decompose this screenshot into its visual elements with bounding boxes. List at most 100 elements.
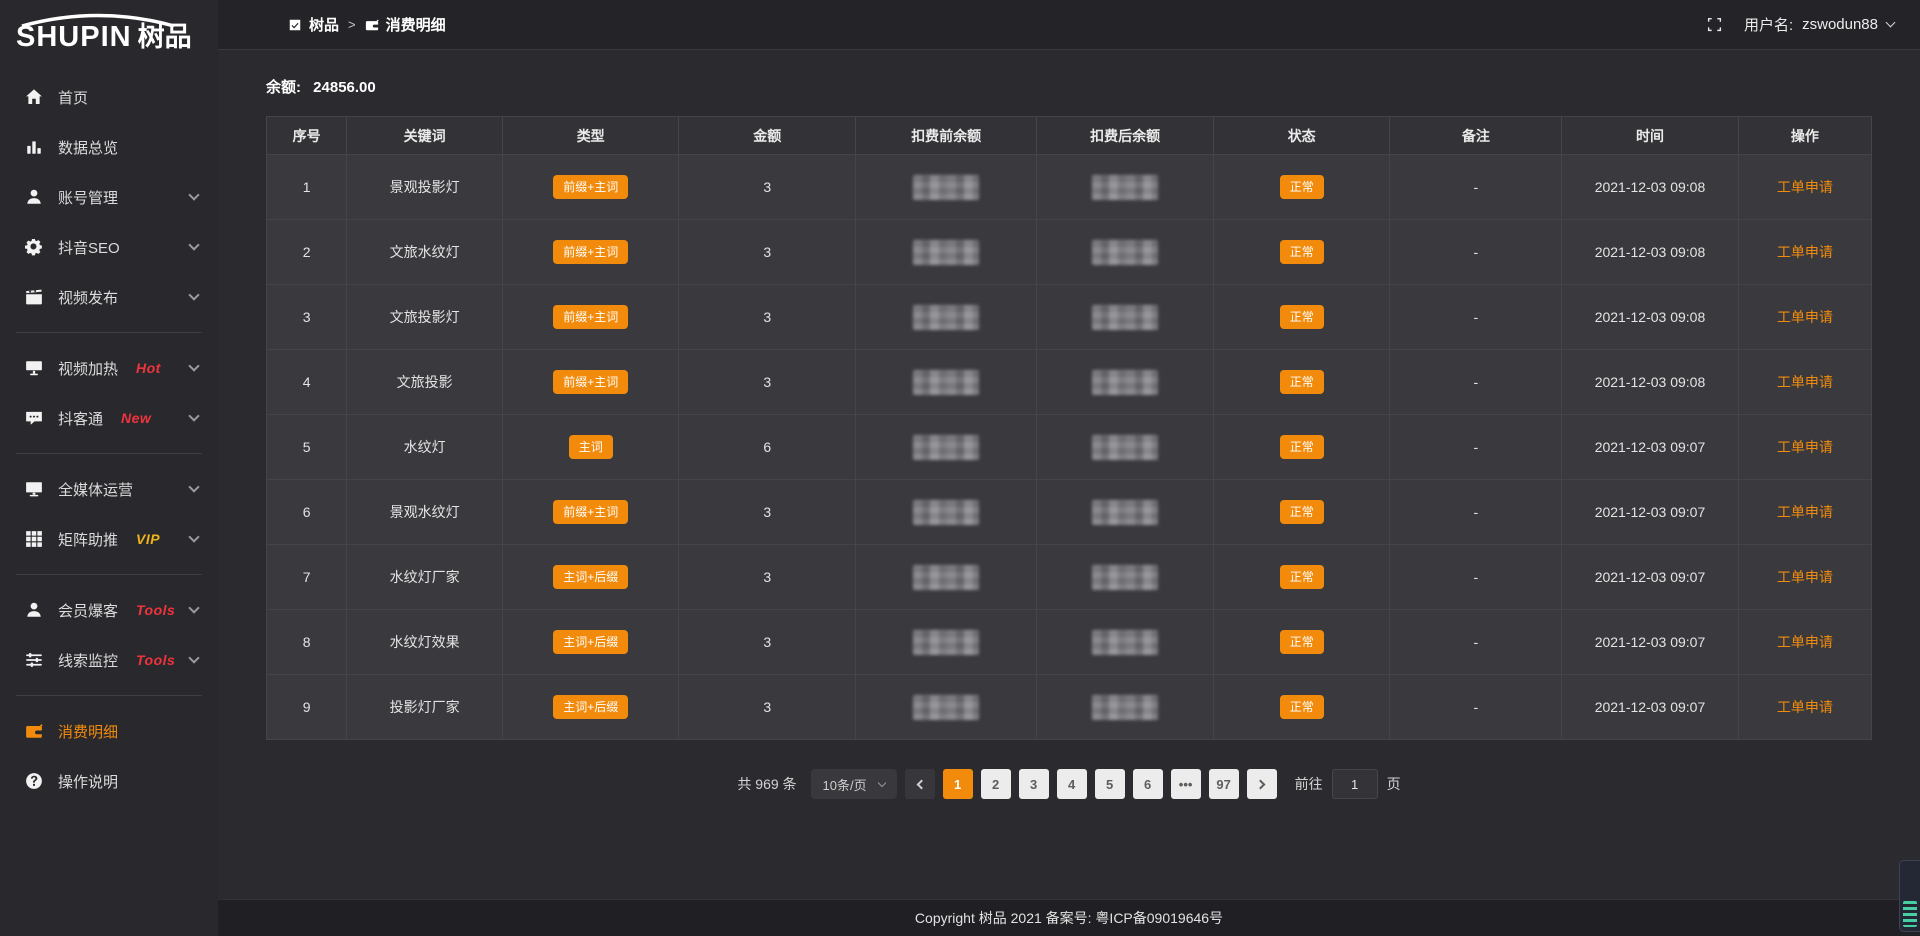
cell-seq: 4 (267, 350, 347, 415)
cell-time: 2021-12-03 09:07 (1562, 610, 1739, 675)
work-order-link[interactable]: 工单申请 (1777, 569, 1833, 585)
cell-type: 前缀+主词 (502, 350, 679, 415)
cell-action: 工单申请 (1738, 285, 1871, 350)
cell-status: 正常 (1213, 415, 1390, 480)
chevron-down-icon (188, 652, 199, 663)
type-badge: 前缀+主词 (553, 240, 628, 264)
sidebar-item-douyin-seo[interactable]: 抖音SEO (0, 222, 218, 272)
sidebar-item-consume-detail[interactable]: 消费明细 (0, 706, 218, 756)
sidebar-item-matrix-boost[interactable]: 矩阵助推VIP (0, 514, 218, 564)
cell-keyword: 投影灯厂家 (347, 675, 503, 740)
cell-seq: 7 (267, 545, 347, 610)
work-order-link[interactable]: 工单申请 (1777, 634, 1833, 650)
cell-amount: 3 (679, 220, 856, 285)
status-badge: 正常 (1280, 370, 1324, 394)
sidebar-item-member-burst[interactable]: 会员爆客Tools (0, 585, 218, 635)
sidebar-item-tag: Tools (136, 652, 175, 668)
next-page-button[interactable] (1247, 769, 1277, 799)
page-button-6[interactable]: 6 (1133, 769, 1163, 799)
page-button-1[interactable]: 1 (943, 769, 973, 799)
work-order-link[interactable]: 工单申请 (1777, 309, 1833, 325)
work-order-link[interactable]: 工单申请 (1777, 439, 1833, 455)
work-order-link[interactable]: 工单申请 (1777, 244, 1833, 260)
work-order-link[interactable]: 工单申请 (1777, 179, 1833, 195)
chevron-down-icon (188, 360, 199, 371)
page-ellipsis-button[interactable]: ••• (1171, 769, 1201, 799)
consume-table: 序号关键词类型金额扣费前余额扣费后余额状态备注时间操作 1景观投影灯前缀+主词3… (266, 116, 1872, 740)
page-button-3[interactable]: 3 (1019, 769, 1049, 799)
cell-time: 2021-12-03 09:07 (1562, 545, 1739, 610)
breadcrumb-item-home[interactable]: 树品 (288, 14, 339, 35)
user-dropdown[interactable]: 用户名: zswodun88 (1744, 14, 1894, 35)
cell-remark: - (1390, 285, 1562, 350)
cell-action: 工单申请 (1738, 155, 1871, 220)
cell-status: 正常 (1213, 220, 1390, 285)
censored-value (913, 630, 979, 655)
sliders-icon (24, 651, 43, 670)
fullscreen-icon[interactable] (1707, 17, 1722, 32)
censored-value (913, 695, 979, 720)
sidebar-item-home[interactable]: 首页 (0, 72, 218, 122)
cell-balance-before (856, 155, 1037, 220)
consume-table-wrap: 序号关键词类型金额扣费前余额扣费后余额状态备注时间操作 1景观投影灯前缀+主词3… (266, 116, 1872, 740)
censored-value (1092, 500, 1158, 525)
cell-remark: - (1390, 350, 1562, 415)
page-button-5[interactable]: 5 (1095, 769, 1125, 799)
cell-balance-after (1037, 415, 1214, 480)
chat-widget[interactable] (1899, 860, 1920, 932)
cell-balance-after (1037, 220, 1214, 285)
column-header: 操作 (1738, 117, 1871, 155)
cell-status: 正常 (1213, 610, 1390, 675)
sidebar: SHUPIN 树品 首页数据总览账号管理抖音SEO视频发布视频加热Hot抖客通N… (0, 0, 218, 936)
person-icon (24, 601, 43, 620)
column-header: 扣费前余额 (856, 117, 1037, 155)
sidebar-item-video-heat[interactable]: 视频加热Hot (0, 343, 218, 393)
cell-remark: - (1390, 415, 1562, 480)
wallet-icon (365, 18, 379, 32)
footer: Copyright 树品 2021 备案号: 粤ICP备09019646号 (218, 899, 1920, 936)
chevron-down-icon (1886, 18, 1896, 28)
menu-divider (16, 453, 202, 454)
table-row: 4文旅投影前缀+主词3正常-2021-12-03 09:08工单申请 (267, 350, 1872, 415)
user-label: 用户名: (1744, 14, 1793, 35)
page-button-2[interactable]: 2 (981, 769, 1011, 799)
cell-action: 工单申请 (1738, 545, 1871, 610)
prev-page-button[interactable] (905, 769, 935, 799)
cell-status: 正常 (1213, 480, 1390, 545)
pagination: 共 969 条 10条/页 123456•••97 前往 页 (266, 769, 1872, 799)
censored-value (913, 565, 979, 590)
cell-amount: 3 (679, 610, 856, 675)
brand-logo[interactable]: SHUPIN 树品 (0, 0, 218, 58)
type-badge: 前缀+主词 (553, 305, 628, 329)
sidebar-menu: 首页数据总览账号管理抖音SEO视频发布视频加热Hot抖客通New 全媒体运营矩阵助… (0, 58, 218, 806)
cell-status: 正常 (1213, 675, 1390, 740)
goto-suffix: 页 (1387, 774, 1401, 794)
breadcrumb-item-current[interactable]: 消费明细 (365, 14, 446, 35)
screen-icon (24, 359, 43, 378)
goto-page-input[interactable] (1332, 769, 1378, 799)
work-order-link[interactable]: 工单申请 (1777, 374, 1833, 390)
sidebar-item-all-media[interactable]: 全媒体运营 (0, 464, 218, 514)
cell-status: 正常 (1213, 545, 1390, 610)
work-order-link[interactable]: 工单申请 (1777, 504, 1833, 520)
column-header: 备注 (1390, 117, 1562, 155)
sidebar-item-account-manage[interactable]: 账号管理 (0, 172, 218, 222)
sidebar-item-clue-monitor[interactable]: 线索监控Tools (0, 635, 218, 685)
sidebar-item-guide[interactable]: 操作说明 (0, 756, 218, 806)
grid-icon (24, 530, 43, 549)
sidebar-item-label: 操作说明 (58, 771, 118, 792)
pagination-total: 共 969 条 (737, 774, 796, 794)
page-button-97[interactable]: 97 (1209, 769, 1239, 799)
logo-text-cn: 树品 (138, 24, 192, 51)
logo-arc-icon (18, 13, 178, 27)
work-order-link[interactable]: 工单申请 (1777, 699, 1833, 715)
page-button-4[interactable]: 4 (1057, 769, 1087, 799)
sidebar-item-data-overview[interactable]: 数据总览 (0, 122, 218, 172)
page-size-select[interactable]: 10条/页 (811, 769, 897, 799)
type-badge: 主词 (569, 435, 613, 459)
menu-divider (16, 695, 202, 696)
cell-action: 工单申请 (1738, 220, 1871, 285)
cell-action: 工单申请 (1738, 350, 1871, 415)
sidebar-item-douketong[interactable]: 抖客通New (0, 393, 218, 443)
sidebar-item-video-publish[interactable]: 视频发布 (0, 272, 218, 322)
